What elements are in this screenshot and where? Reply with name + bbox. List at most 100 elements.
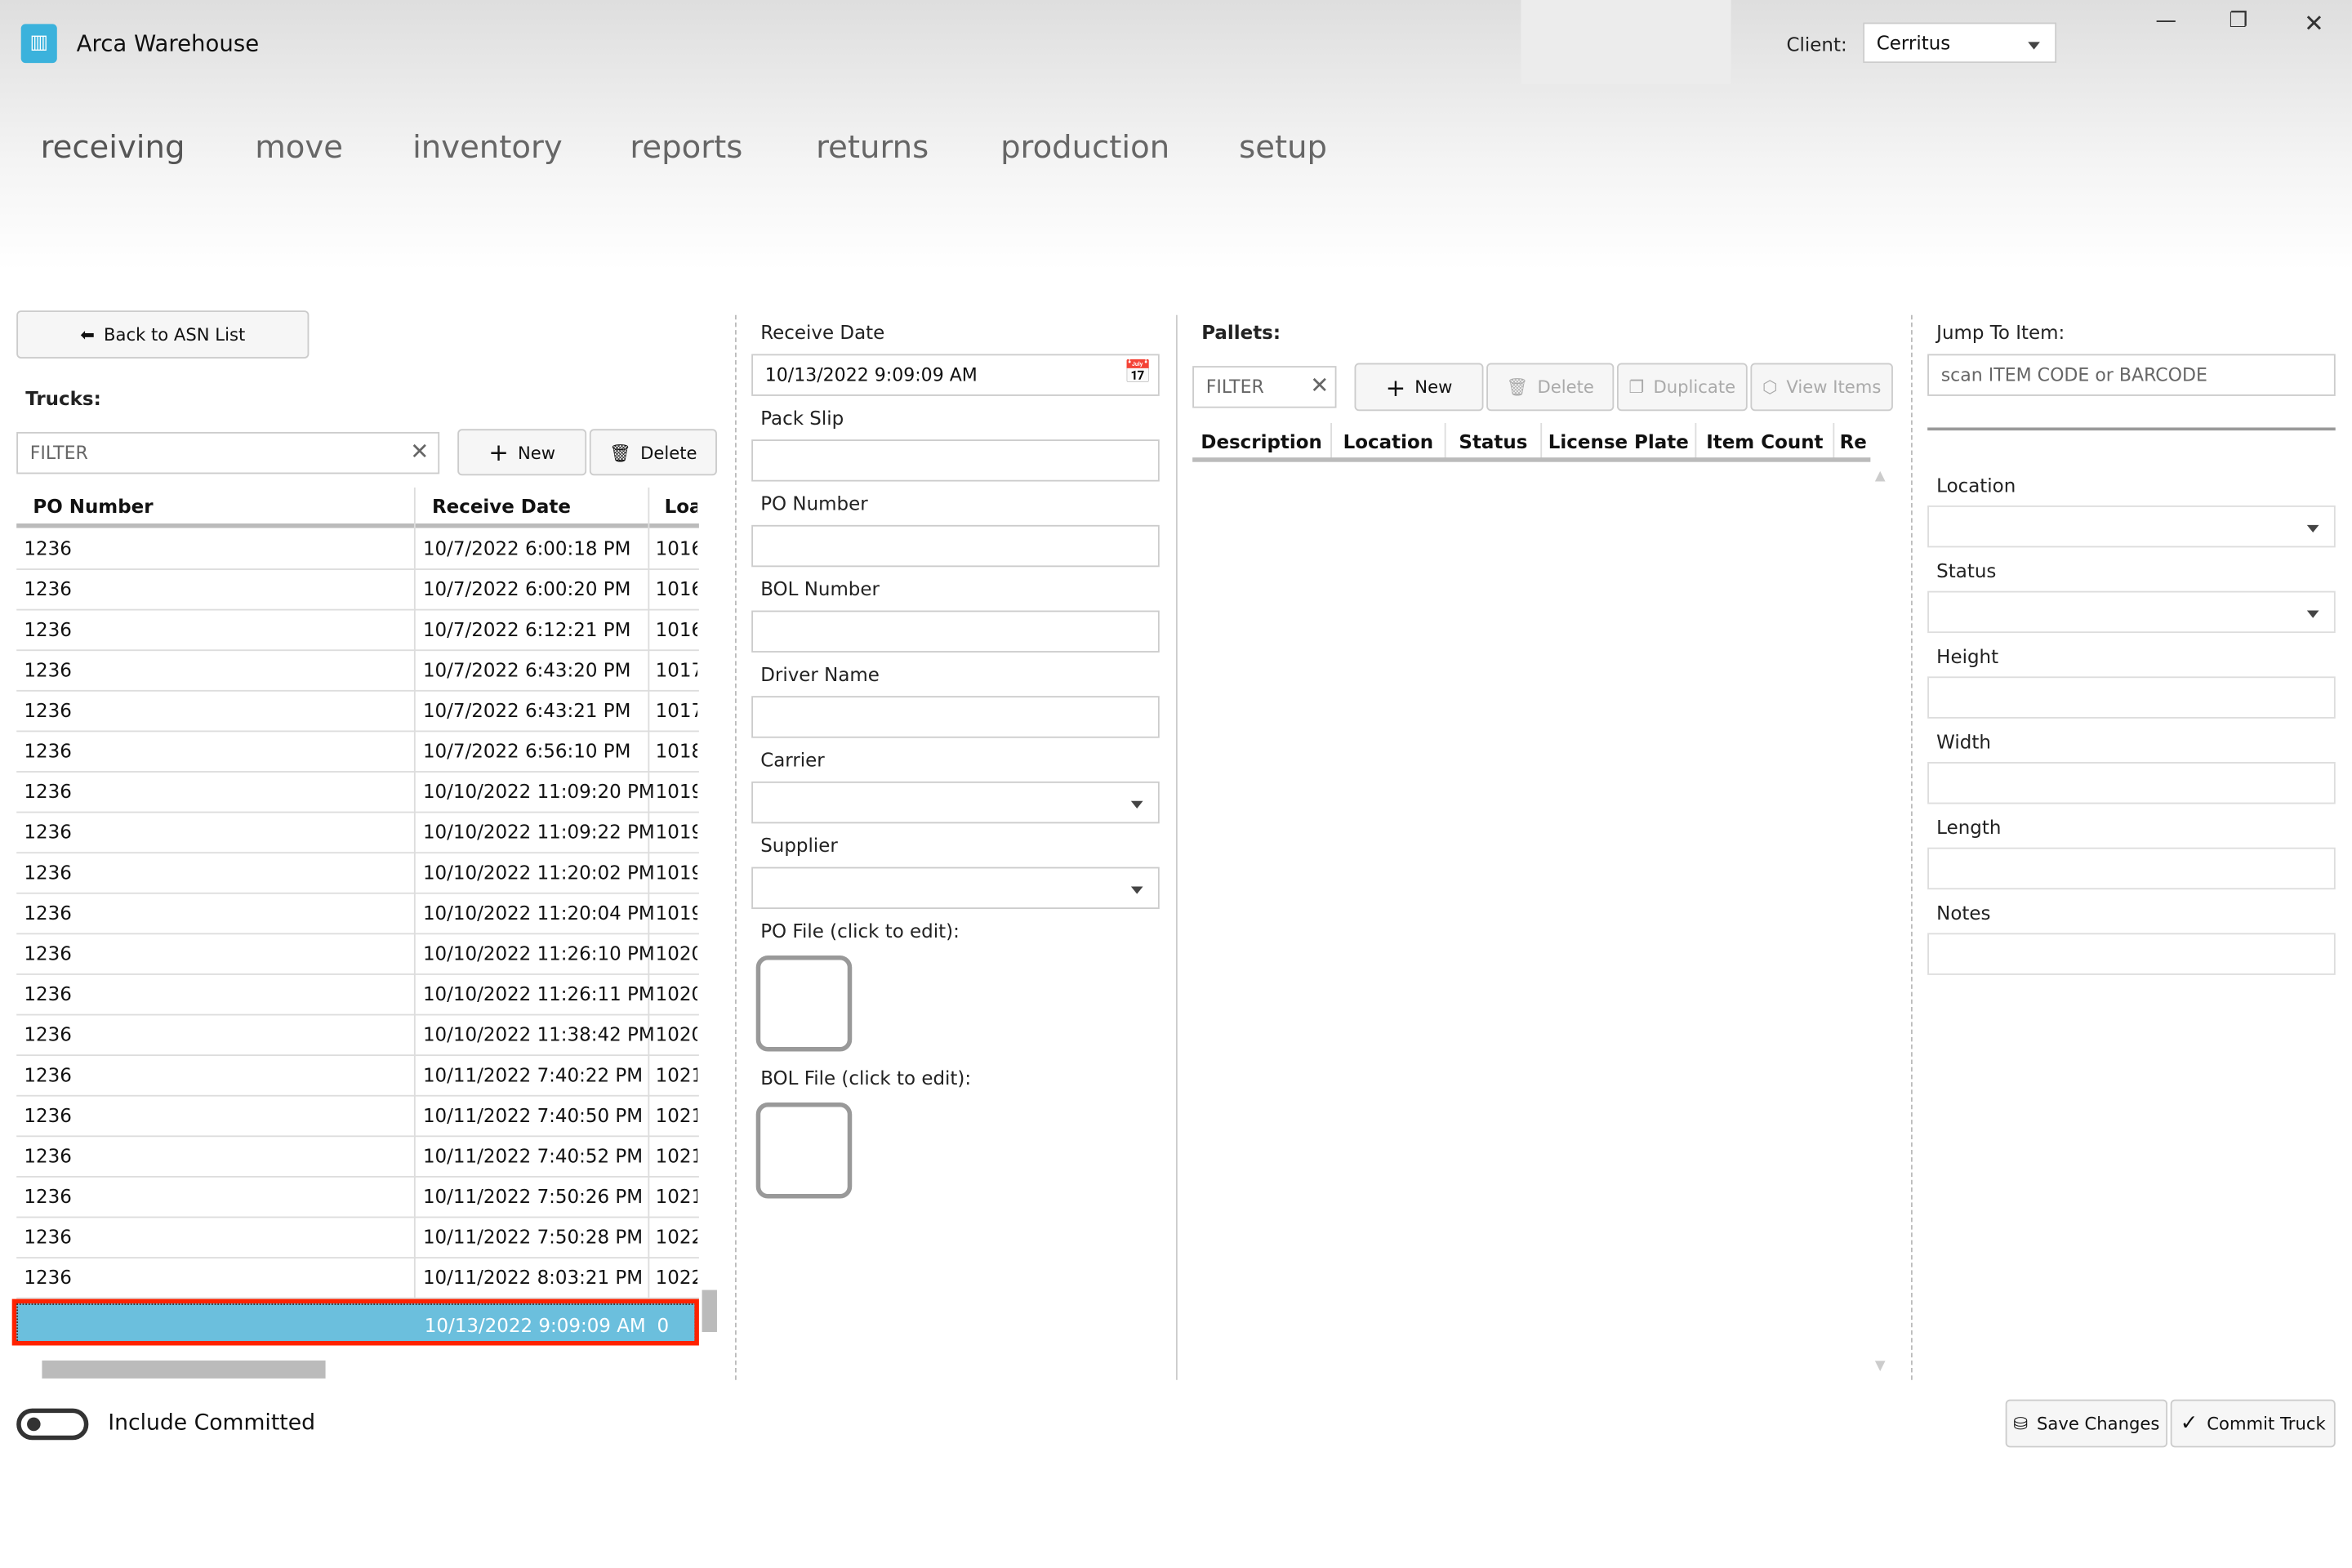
height-input[interactable] (1927, 676, 2336, 719)
delete-truck-button[interactable]: 🗑 Delete (589, 429, 717, 476)
trucks-filter-input[interactable]: FILTER ✕ (16, 431, 440, 474)
nav-receiving[interactable]: receiving (41, 129, 185, 165)
delete-pallet-button[interactable]: 🗑 Delete (1486, 363, 1615, 412)
copy-icon: ❐ (1628, 376, 1645, 398)
pack-slip-input[interactable] (751, 439, 1160, 482)
receive-date-value: 10/13/2022 9:09:09 AM (764, 364, 978, 386)
delete-label: Delete (1537, 376, 1594, 398)
minimize-icon[interactable]: — (2155, 9, 2176, 33)
horizontal-scrollbar[interactable] (16, 1359, 699, 1380)
nav-returns[interactable]: returns (816, 129, 929, 165)
table-row[interactable]: 1236 10/11/2022 7:40:52 PM 1021 (16, 1137, 699, 1178)
bol-file-image-icon[interactable] (755, 1102, 853, 1199)
cell: 10/7/2022 6:43:21 PM (422, 698, 631, 722)
cell: 10/10/2022 11:09:20 PM (422, 780, 655, 803)
close-icon[interactable]: ✕ (2304, 9, 2324, 38)
divider (1910, 314, 1913, 1380)
client-select[interactable]: Cerritus (1863, 22, 2057, 64)
jump-to-item-input[interactable]: scan ITEM CODE or BARCODE (1927, 354, 2336, 396)
supplier-input[interactable] (751, 866, 1160, 910)
cell: 10/10/2022 11:09:22 PM (422, 820, 655, 844)
table-row[interactable]: 1236 10/7/2022 6:00:20 PM 1016 (16, 570, 699, 611)
receive-date-input[interactable]: 10/13/2022 9:09:09 AM 📅 (751, 354, 1160, 396)
calendar-icon[interactable]: 📅 (1124, 359, 1152, 385)
pallet-col[interactable]: Item Count (1696, 422, 1835, 461)
table-row[interactable]: 1236 10/7/2022 6:56:10 PM 1018 (16, 732, 699, 773)
cell: 1022 (655, 1266, 697, 1289)
table-row[interactable]: 1236 10/11/2022 7:50:28 PM 1022 (16, 1218, 699, 1258)
new-pallet-button[interactable]: + New (1354, 363, 1484, 412)
nav-move[interactable]: move (255, 129, 343, 165)
table-row[interactable]: 1236 10/11/2022 7:40:50 PM 1021 (16, 1097, 699, 1138)
scroll-down-icon[interactable]: ▼ (1875, 1359, 1886, 1374)
vertical-scrollbar[interactable] (699, 534, 717, 1352)
table-row[interactable]: 1236 10/10/2022 11:38:42 PM 1020 (16, 1015, 699, 1057)
table-row[interactable]: 1236 10/11/2022 7:50:26 PM 1021 (16, 1178, 699, 1218)
cell: 10/7/2022 6:12:21 PM (422, 617, 631, 641)
cell: 1019 (655, 820, 697, 844)
table-row[interactable]: 1236 10/10/2022 11:26:11 PM 1020 (16, 975, 699, 1016)
cell: 10/10/2022 11:38:42 PM (422, 1022, 655, 1046)
notes-input[interactable] (1927, 933, 2336, 975)
table-row[interactable]: 1236 10/10/2022 11:26:10 PM 1020 (16, 934, 699, 975)
carrier-input[interactable] (751, 781, 1160, 824)
cell: 10/11/2022 7:50:26 PM (422, 1184, 644, 1208)
pallet-col[interactable]: Re (1834, 423, 1872, 461)
bol-number-input[interactable] (751, 610, 1160, 653)
nav-reports[interactable]: reports (630, 129, 742, 165)
table-row[interactable]: 1236 10/11/2022 7:40:22 PM 1021 (16, 1056, 699, 1097)
status-input[interactable] (1927, 590, 2336, 634)
trash-icon: 🗑 (609, 441, 632, 463)
restore-icon[interactable]: ❐ (2229, 9, 2247, 33)
duplicate-pallet-button[interactable]: ❐ Duplicate (1616, 363, 1748, 412)
scroll-thumb[interactable] (42, 1360, 326, 1379)
pallet-col[interactable]: Description (1192, 422, 1332, 461)
driver-name-input[interactable] (751, 696, 1160, 738)
table-row[interactable]: 1236 10/10/2022 11:09:22 PM 1019 (16, 813, 699, 854)
pack-slip-label: Pack Slip (760, 406, 844, 430)
table-row[interactable]: 1236 10/11/2022 8:03:21 PM 1022 (16, 1258, 699, 1299)
pallet-col[interactable]: License Plate (1542, 422, 1697, 461)
table-row[interactable]: 1236 10/7/2022 6:43:21 PM 1017 (16, 692, 699, 733)
divider (1175, 314, 1178, 1380)
save-changes-button[interactable]: ⛁ Save Changes (2005, 1399, 2168, 1448)
length-input[interactable] (1927, 847, 2336, 890)
cell: 1236 (24, 1063, 72, 1086)
nav-inventory[interactable]: inventory (412, 129, 563, 165)
scroll-up-icon[interactable]: ▲ (1875, 470, 1886, 484)
table-row[interactable]: 1236 10/7/2022 6:12:21 PM 1016 (16, 611, 699, 652)
back-label: Back to ASN List (104, 323, 246, 345)
pallets-filter-input[interactable]: FILTER ✕ (1192, 366, 1337, 408)
table-row[interactable]: 1236 10/10/2022 11:09:20 PM 1019 (16, 773, 699, 813)
col-receive-date[interactable]: Receive Date (432, 488, 571, 525)
include-committed-toggle[interactable] (16, 1408, 89, 1441)
back-to-asn-button[interactable]: ⬅ Back to ASN List (16, 310, 310, 359)
po-number-input[interactable] (751, 524, 1160, 568)
new-truck-button[interactable]: + New (457, 429, 587, 476)
client-value: Cerritus (1876, 31, 1951, 55)
cell: 1019 (655, 901, 697, 924)
pallet-col[interactable]: Status (1446, 422, 1543, 461)
table-row[interactable]: 1236 10/10/2022 11:20:04 PM 1019 (16, 894, 699, 935)
col-load[interactable]: Loa (665, 488, 697, 525)
table-row[interactable]: 1236 10/7/2022 6:43:20 PM 1017 (16, 651, 699, 692)
commit-truck-button[interactable]: ✓ Commit Truck (2170, 1399, 2336, 1448)
new-label: New (1414, 376, 1453, 398)
po-file-image-icon[interactable] (755, 955, 853, 1052)
clear-filter-icon[interactable]: ✕ (410, 438, 429, 465)
view-items-button[interactable]: ⬡ View Items (1750, 363, 1893, 412)
location-input[interactable] (1927, 505, 2336, 548)
cell: 1017 (655, 658, 697, 681)
table-row[interactable]: 1236 10/7/2022 6:00:18 PM 1016 (16, 529, 699, 570)
include-committed-label: Include Committed (108, 1411, 316, 1436)
col-po-number[interactable]: PO Number (33, 488, 153, 525)
pallet-col[interactable]: Location (1332, 422, 1446, 461)
nav-setup[interactable]: setup (1239, 129, 1327, 165)
cell: 1022 (655, 1225, 697, 1249)
table-row[interactable]: 1236 10/10/2022 11:20:02 PM 1019 (16, 853, 699, 894)
clear-filter-icon[interactable]: ✕ (1310, 372, 1329, 399)
cell: 1016 (655, 537, 697, 560)
supplier-label: Supplier (760, 834, 838, 857)
width-input[interactable] (1927, 762, 2336, 804)
nav-production[interactable]: production (1000, 129, 1169, 165)
